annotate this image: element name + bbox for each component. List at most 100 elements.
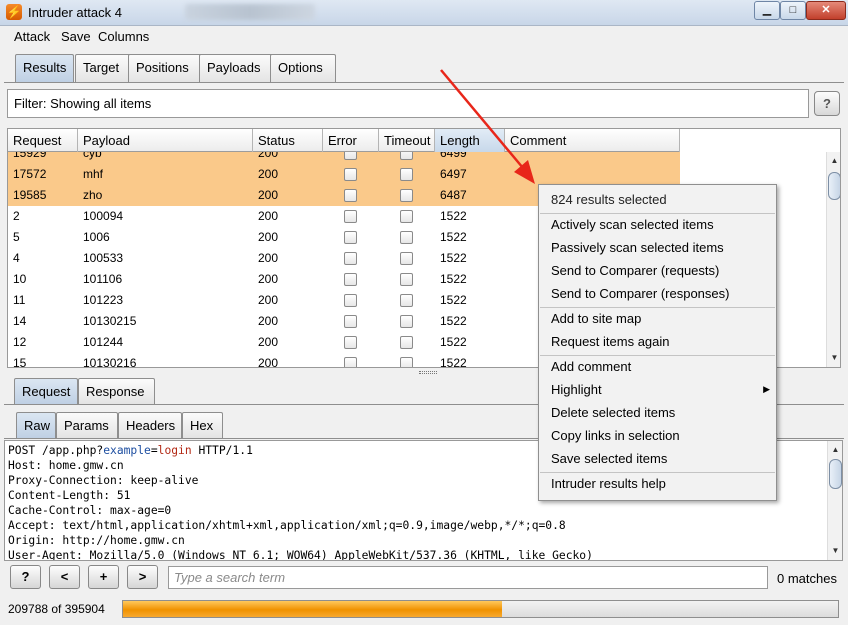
col-length[interactable]: Length (435, 129, 505, 152)
cell-payload: 100533 (83, 251, 124, 265)
error-checkbox (344, 152, 357, 160)
redacted-title-region (185, 4, 315, 20)
cell-status: 200 (258, 272, 279, 286)
error-checkbox (344, 210, 357, 223)
tab-hex[interactable]: Hex (182, 412, 223, 438)
menu-request-items-again[interactable]: Request items again (539, 330, 776, 353)
timeout-checkbox (400, 273, 413, 286)
cell-request: 14 (13, 314, 27, 328)
tab-raw[interactable]: Raw (16, 412, 56, 438)
table-row[interactable]: 15929 cyb 200 6499 (8, 152, 680, 164)
tab-results[interactable]: Results (15, 54, 74, 82)
search-next-button[interactable]: > (127, 565, 158, 589)
cell-status: 200 (258, 167, 279, 181)
cell-status: 200 (258, 293, 279, 307)
cell-payload: zho (83, 188, 103, 202)
col-request[interactable]: Request (8, 129, 78, 152)
search-add-button[interactable]: + (88, 565, 119, 589)
tab-headers[interactable]: Headers (118, 412, 182, 438)
menu-delete-selected[interactable]: Delete selected items (539, 401, 776, 424)
table-scrollbar[interactable]: ▲ ▼ (826, 152, 840, 367)
search-match-count: 0 matches (777, 571, 837, 586)
tab-positions[interactable]: Positions (128, 54, 202, 82)
cell-status: 200 (258, 356, 279, 367)
scroll-thumb[interactable] (828, 172, 840, 200)
menu-intruder-results-help[interactable]: Intruder results help (539, 472, 776, 495)
timeout-checkbox (400, 315, 413, 328)
filter-help-button[interactable]: ? (814, 91, 840, 116)
cell-payload: 1006 (83, 230, 110, 244)
cell-length: 1522 (440, 272, 467, 286)
error-checkbox (344, 189, 357, 202)
cell-status: 200 (258, 335, 279, 349)
cell-status: 200 (258, 188, 279, 202)
minimize-button[interactable]: ▁ (754, 1, 780, 20)
menu-send-comparer-requests[interactable]: Send to Comparer (requests) (539, 259, 776, 282)
selection-count-label: 824 results selected (551, 192, 667, 207)
filter-bar[interactable]: Filter: Showing all items (7, 89, 809, 118)
cell-payload: mhf (83, 167, 104, 181)
cell-status: 200 (258, 152, 279, 160)
cell-request: 17572 (13, 167, 47, 181)
col-error[interactable]: Error (323, 129, 379, 152)
cell-status: 200 (258, 251, 279, 265)
menu-add-comment[interactable]: Add comment (539, 355, 776, 378)
search-help-button[interactable]: ? (10, 565, 41, 589)
attack-progress-fill (123, 601, 502, 617)
cell-request: 4 (13, 251, 20, 265)
maximize-button[interactable]: □ (780, 1, 806, 20)
tab-params[interactable]: Params (56, 412, 118, 438)
tab-payloads[interactable]: Payloads (199, 54, 273, 82)
request-header-line: Origin: http://home.gmw.cn (8, 534, 185, 547)
menu-copy-links[interactable]: Copy links in selection (539, 424, 776, 447)
cell-request: 12 (13, 335, 27, 349)
tab-response[interactable]: Response (78, 378, 155, 404)
search-prev-button[interactable]: < (49, 565, 80, 589)
raw-scroll-thumb[interactable] (829, 459, 842, 489)
cell-payload: 10130216 (83, 356, 137, 367)
cell-status: 200 (258, 314, 279, 328)
col-status[interactable]: Status (253, 129, 323, 152)
error-checkbox (344, 252, 357, 265)
scroll-down-icon[interactable]: ▼ (829, 352, 840, 363)
table-row[interactable]: 17572 mhf 200 6497 (8, 164, 680, 185)
tab-options[interactable]: Options (270, 54, 336, 82)
menu-actively-scan[interactable]: Actively scan selected items (539, 213, 776, 236)
col-payload[interactable]: Payload (78, 129, 253, 152)
cell-payload: 101244 (83, 335, 124, 349)
search-input[interactable] (168, 566, 768, 589)
tab-request[interactable]: Request (14, 378, 78, 404)
tab-target[interactable]: Target (75, 54, 131, 82)
error-checkbox (344, 273, 357, 286)
timeout-checkbox (400, 189, 413, 202)
menu-save-selected[interactable]: Save selected items (539, 447, 776, 470)
error-checkbox (344, 315, 357, 328)
menu-attack[interactable]: Attack (14, 29, 50, 44)
menu-passively-scan[interactable]: Passively scan selected items (539, 236, 776, 259)
close-button[interactable]: ✕ (806, 1, 846, 20)
col-comment[interactable]: Comment (505, 129, 680, 152)
timeout-checkbox (400, 152, 413, 160)
menu-highlight[interactable]: Highlight ▶ (539, 378, 776, 401)
cell-payload: 101223 (83, 293, 124, 307)
timeout-checkbox (400, 231, 413, 244)
menu-columns[interactable]: Columns (98, 29, 149, 44)
raw-scrollbar[interactable]: ▲ ▼ (827, 441, 842, 560)
cell-length: 1522 (440, 356, 467, 367)
cell-length: 1522 (440, 335, 467, 349)
window-title: Intruder attack 4 (28, 5, 122, 20)
menu-send-comparer-responses[interactable]: Send to Comparer (responses) (539, 282, 776, 305)
splitter-grip-icon[interactable] (419, 371, 437, 374)
progress-count: 209788 of 395904 (8, 602, 105, 616)
col-timeout[interactable]: Timeout (379, 129, 435, 152)
cell-request: 2 (13, 209, 20, 223)
menu-add-to-site-map[interactable]: Add to site map (539, 307, 776, 330)
attack-progress-bar (122, 600, 839, 618)
menu-save[interactable]: Save (61, 29, 91, 44)
tab-divider (4, 82, 844, 83)
request-header-line: Content-Length: 51 (8, 489, 131, 502)
raw-scroll-down-icon[interactable]: ▼ (830, 545, 841, 556)
scroll-up-icon[interactable]: ▲ (829, 155, 840, 166)
raw-scroll-up-icon[interactable]: ▲ (830, 444, 841, 455)
cell-length: 6487 (440, 188, 467, 202)
